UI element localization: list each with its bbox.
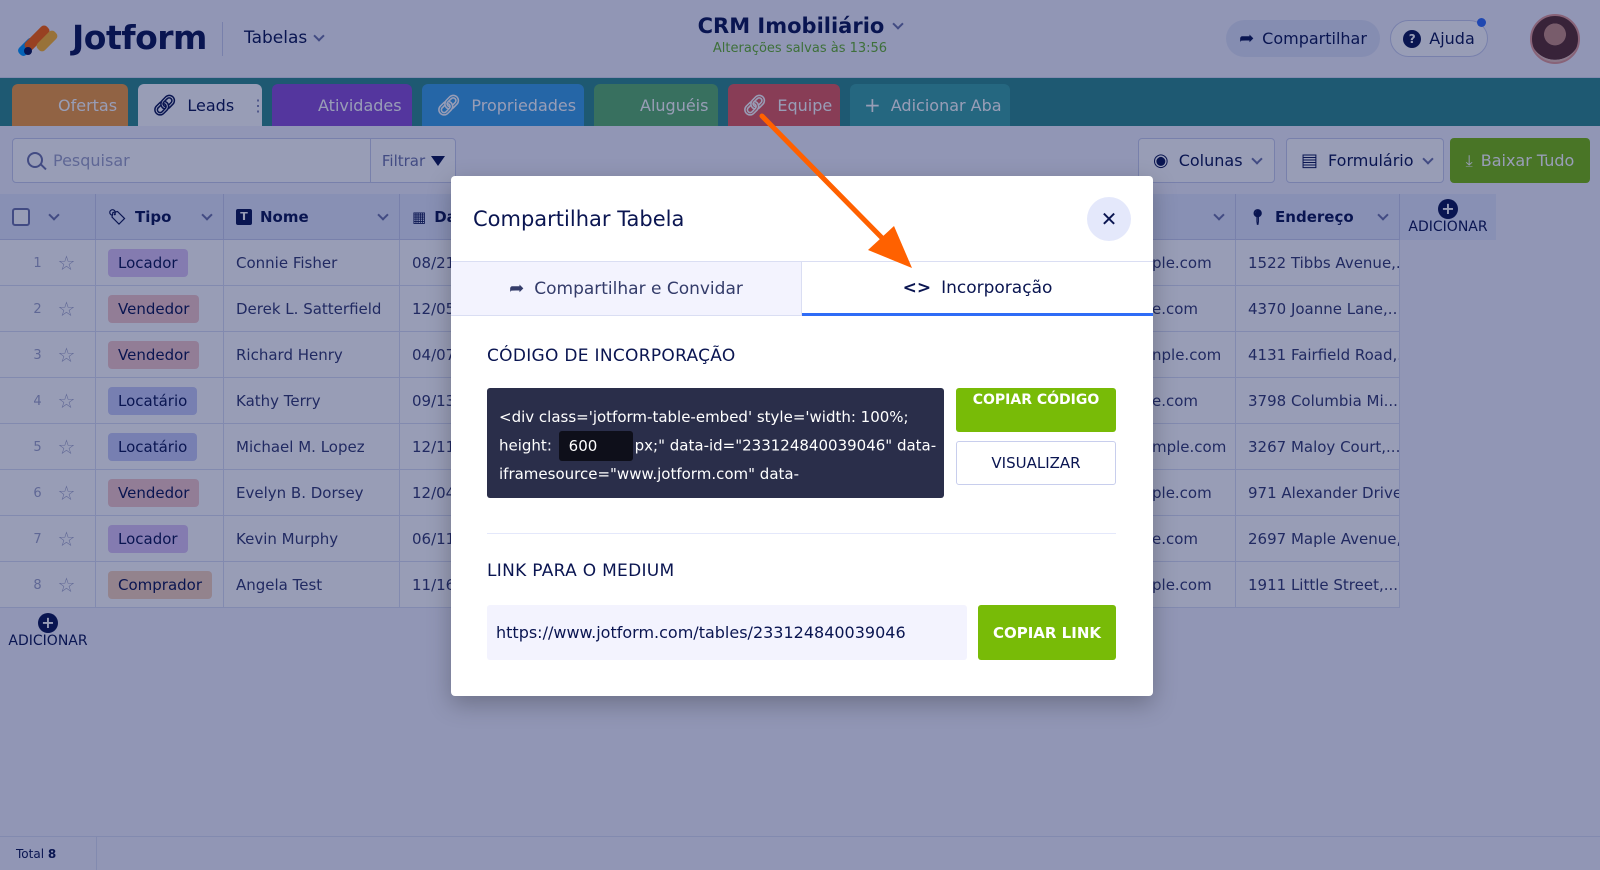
modal-tabs: ➦ Compartilhar e Convidar <> Incorporaçã… — [451, 261, 1153, 316]
tab-embed[interactable]: <> Incorporação — [802, 262, 1153, 316]
code-line: iframesource="www.jotform.com" data- — [499, 465, 799, 483]
embed-code-box[interactable]: <div class='jotform-table-embed' style='… — [487, 388, 944, 498]
modal-title: Compartilhar Tabela — [473, 207, 685, 231]
close-icon: ✕ — [1100, 207, 1118, 231]
code-line: <div class='jotform-table-embed' style='… — [499, 408, 909, 426]
copy-link-button[interactable]: COPIAR LINK — [978, 605, 1116, 660]
tab-embed-label: Incorporação — [941, 277, 1053, 298]
preview-button[interactable]: VISUALIZAR — [956, 441, 1116, 485]
code-line-rest: px;" data-id="233124840039046" data- — [634, 436, 937, 455]
medium-link-field[interactable]: https://www.jotform.com/tables/233124840… — [487, 605, 967, 660]
copy-code-button[interactable]: COPIAR CÓDIGO — [956, 388, 1116, 432]
code-brackets-icon: <> — [902, 277, 932, 298]
tab-share-invite[interactable]: ➦ Compartilhar e Convidar — [451, 262, 802, 316]
share-arrow-icon: ➦ — [509, 278, 525, 299]
section-divider — [487, 533, 1116, 534]
code-line: height: 600 px;" data-id="233124840039046… — [499, 431, 936, 461]
close-button[interactable]: ✕ — [1087, 197, 1131, 241]
height-input[interactable]: 600 — [558, 431, 633, 461]
medium-link-heading: LINK PARA O MEDIUM — [487, 561, 675, 581]
embed-code-heading: CÓDIGO DE INCORPORAÇÃO — [487, 346, 736, 366]
tab-share-invite-label: Compartilhar e Convidar — [534, 278, 743, 299]
share-table-modal: Compartilhar Tabela ✕ ➦ Compartilhar e C… — [451, 176, 1153, 696]
code-height-label: height: — [499, 436, 552, 455]
